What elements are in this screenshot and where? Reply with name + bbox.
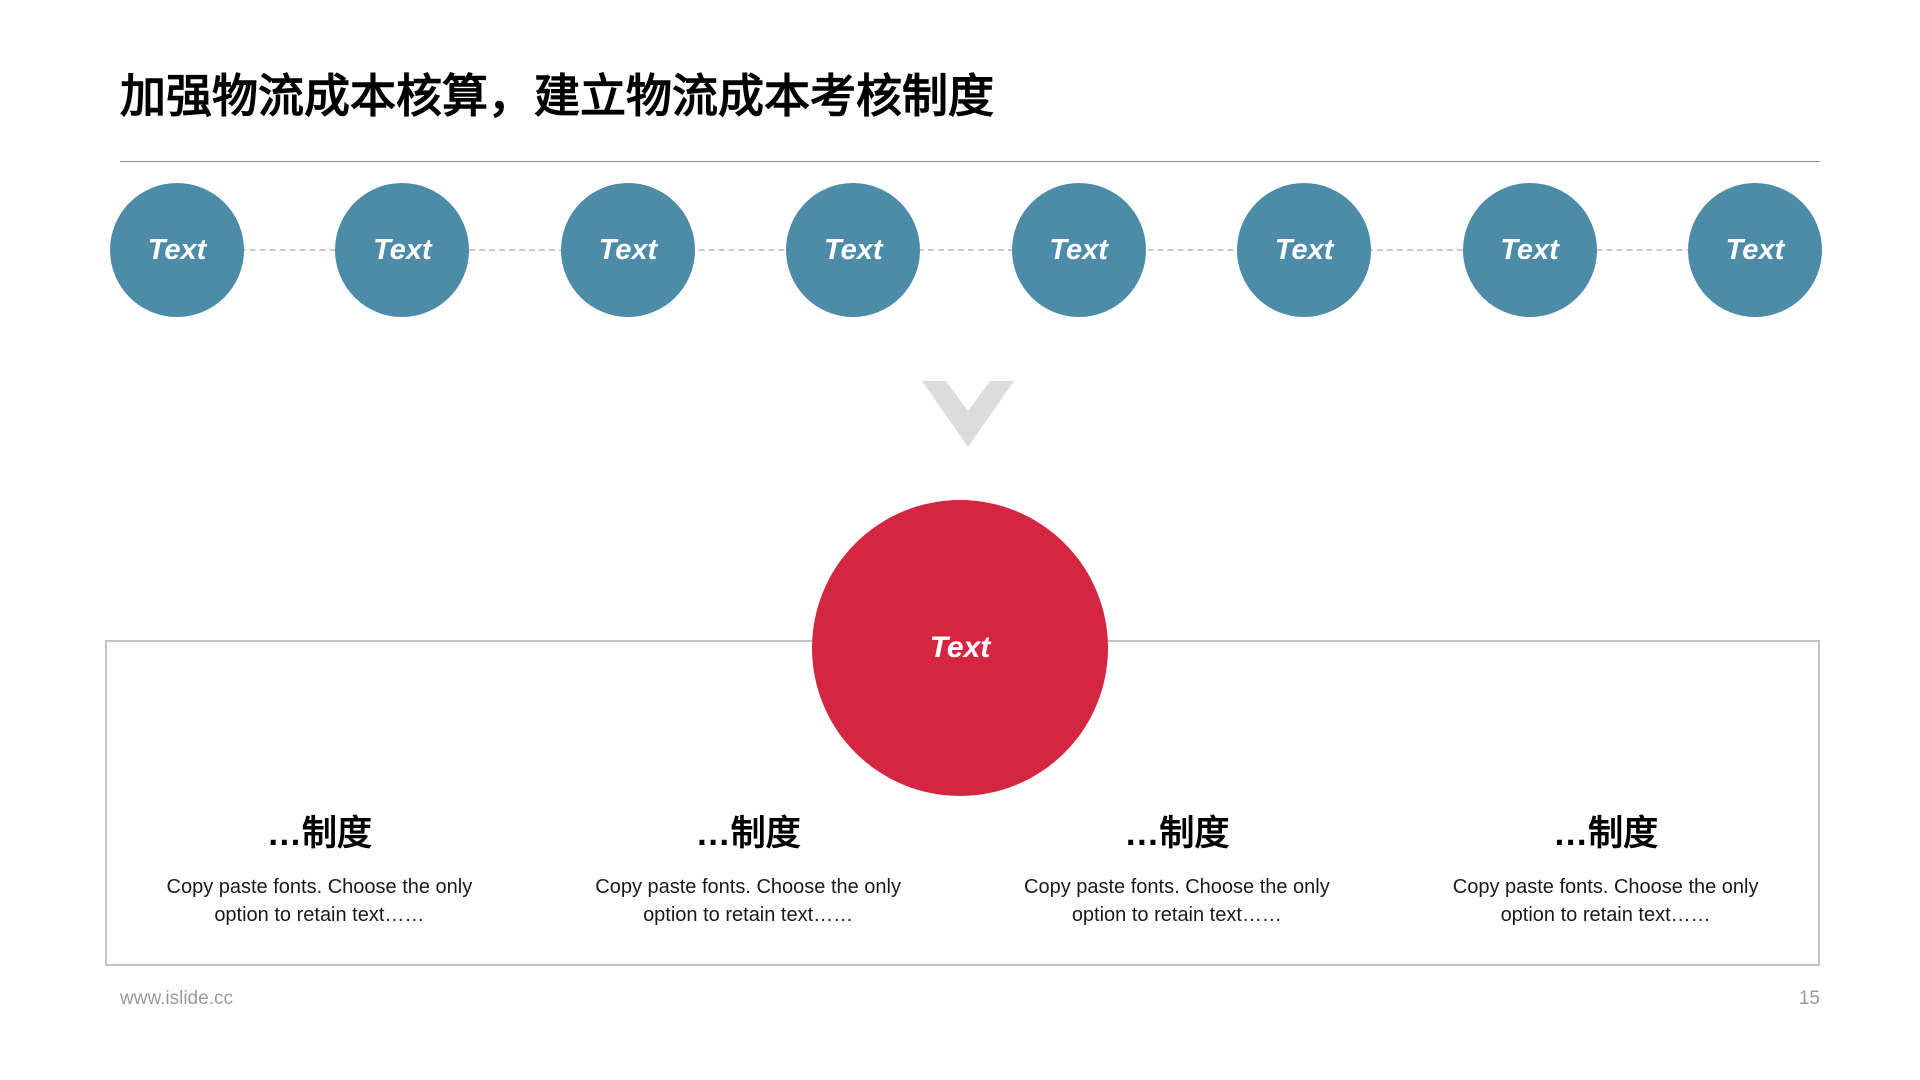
chain-node-label: Text xyxy=(823,233,883,266)
column-body: Copy paste fonts. Choose the only option… xyxy=(1452,875,1759,926)
column-heading: …制度 xyxy=(695,814,801,853)
chain-node-label: Text xyxy=(598,233,658,266)
chain-node-4[interactable]: Text xyxy=(786,183,921,317)
column-heading: …制度 xyxy=(1553,814,1659,853)
process-chain: Text Text Text Text Text Text Text Text xyxy=(110,183,1822,317)
chain-node-3[interactable]: Text xyxy=(560,183,695,317)
detail-column-2: …制度 Copy paste fonts. Choose the only op… xyxy=(534,814,963,960)
hub-circle[interactable]: Text xyxy=(812,500,1108,796)
column-body: Copy paste fonts. Choose the only option… xyxy=(166,875,473,926)
title-divider xyxy=(120,161,1820,162)
page-title: 加强物流成本核算，建立物流成本考核制度 xyxy=(120,70,994,122)
page-number: 15 xyxy=(1798,988,1820,1009)
slide-canvas: 加强物流成本核算，建立物流成本考核制度 Text Text Text Text … xyxy=(0,0,1920,1080)
chain-node-label: Text xyxy=(1049,233,1108,266)
detail-column-4: …制度 Copy paste fonts. Choose the only op… xyxy=(1391,814,1820,960)
chain-node-label: Text xyxy=(147,233,207,266)
chain-node-label: Text xyxy=(373,233,432,266)
chain-node-1[interactable]: Text xyxy=(110,183,244,317)
chain-node-8[interactable]: Text xyxy=(1687,183,1822,317)
chain-node-2[interactable]: Text xyxy=(335,183,470,317)
detail-columns: …制度 Copy paste fonts. Choose the only op… xyxy=(105,814,1820,960)
detail-column-1: …制度 Copy paste fonts. Choose the only op… xyxy=(105,814,534,960)
column-heading: …制度 xyxy=(266,814,372,853)
chain-node-label: Text xyxy=(1274,233,1334,266)
column-body: Copy paste fonts. Choose the only option… xyxy=(595,875,901,926)
chain-node-5[interactable]: Text xyxy=(1011,183,1146,317)
chain-node-6[interactable]: Text xyxy=(1237,183,1372,317)
chain-node-7[interactable]: Text xyxy=(1462,183,1597,317)
column-body: Copy paste fonts. Choose the only option… xyxy=(1024,875,1330,926)
detail-column-3: …制度 Copy paste fonts. Choose the only op… xyxy=(963,814,1392,960)
chain-node-label: Text xyxy=(1500,233,1559,266)
hub-label: Text xyxy=(929,631,991,664)
chevron-down-icon xyxy=(922,381,1014,447)
footer-url[interactable]: www.islide.cc xyxy=(120,988,233,1010)
column-heading: …制度 xyxy=(1124,814,1230,853)
chain-node-label: Text xyxy=(1725,233,1785,266)
